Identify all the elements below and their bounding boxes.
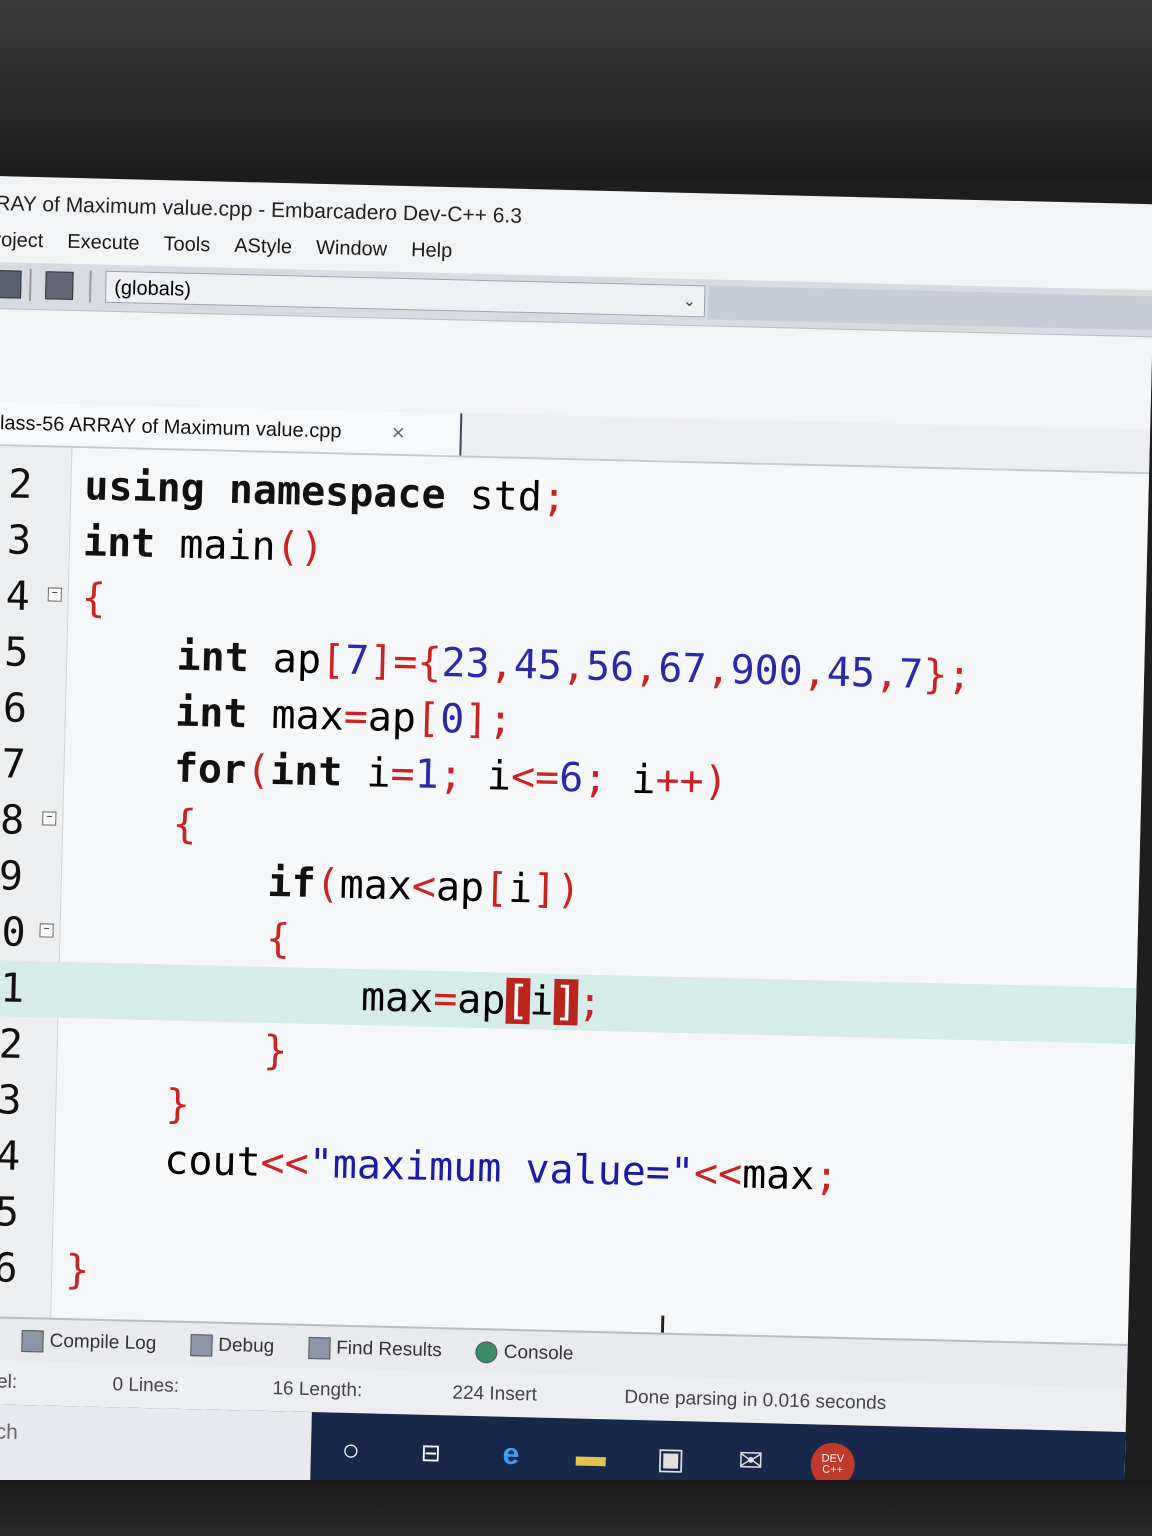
menu-help[interactable]: Help: [411, 232, 453, 269]
status-message: Done parsing in 0.016 seconds: [624, 1386, 887, 1415]
monitor-bezel-bottom: [0, 1480, 1152, 1536]
compile-icon[interactable]: [0, 269, 22, 299]
line-number: 15: [0, 1188, 20, 1236]
tab-compile-log[interactable]: Compile Log: [21, 1319, 157, 1366]
line-number: 6: [2, 685, 28, 732]
line-number: 13: [0, 1076, 23, 1124]
menu-window[interactable]: Window: [316, 230, 388, 268]
code-editor[interactable]: 2 using namespace std; 3 int main() 4−{5 int…: [0, 445, 1150, 1345]
fold-toggle-icon[interactable]: −: [42, 811, 57, 826]
status-lines: 0 Lines:: [112, 1374, 180, 1397]
code-text: {: [171, 801, 198, 849]
line-number: 8: [0, 797, 25, 844]
fold-toggle-icon[interactable]: −: [39, 923, 54, 938]
task-view-icon[interactable]: ⊟: [410, 1433, 451, 1474]
file-explorer-icon[interactable]: ▬: [570, 1436, 611, 1477]
debug-icon: [189, 1334, 213, 1357]
code-text: }: [262, 1027, 289, 1075]
line-number: 3: [6, 517, 32, 564]
status-length: 16 Length:: [272, 1378, 363, 1402]
scope-dropdown[interactable]: (globals) ⌄: [104, 270, 706, 318]
line-number: 12: [0, 1020, 24, 1068]
toolbar-empty-area: [707, 285, 1152, 331]
line-number: 16: [0, 1244, 19, 1292]
compile-log-icon: [21, 1329, 44, 1353]
find-icon: [307, 1336, 331, 1360]
print-icon[interactable]: [45, 271, 74, 300]
tab-debug[interactable]: Debug: [189, 1323, 275, 1369]
code-text: }: [64, 1247, 90, 1294]
line-number: 4: [5, 573, 31, 620]
edge-icon[interactable]: e: [490, 1434, 531, 1475]
dev-cpp-window: RAY of Maximum value.cpp - Embarcadero D…: [0, 176, 1152, 1514]
tab-filename: class-56 ARRAY of Maximum value.cpp: [0, 411, 342, 443]
taskbar-search-text: earch: [0, 1419, 19, 1444]
code-text: }: [165, 1081, 191, 1129]
line-number: 10: [0, 908, 27, 956]
status-sel: 8 Sel:: [0, 1371, 18, 1393]
console-icon: [475, 1341, 499, 1364]
code-text: {: [81, 575, 107, 622]
code-text: int main(): [82, 519, 325, 572]
chevron-down-icon: ⌄: [682, 292, 697, 311]
menu-project[interactable]: roject: [0, 222, 44, 259]
menu-astyle[interactable]: AStyle: [234, 228, 293, 265]
line-number: 14: [0, 1132, 21, 1180]
code-text: {: [265, 915, 291, 963]
mail-icon[interactable]: ✉: [730, 1440, 771, 1481]
tab-console[interactable]: Console: [475, 1330, 574, 1376]
menu-execute[interactable]: Execute: [67, 224, 140, 262]
cortana-icon[interactable]: ○: [330, 1431, 371, 1472]
line-number: 2: [7, 461, 34, 508]
toolbar-separator: [28, 268, 32, 301]
line-number: 9: [0, 853, 24, 900]
close-icon[interactable]: ×: [391, 412, 405, 454]
line-number: 5: [3, 629, 29, 676]
line-number: 11: [0, 964, 25, 1012]
menu-tools[interactable]: Tools: [163, 226, 211, 263]
status-insert: 224 Insert: [452, 1382, 538, 1406]
store-icon[interactable]: ▣: [650, 1438, 691, 1479]
fold-toggle-icon[interactable]: −: [47, 587, 62, 602]
monitor-bezel-top: [0, 0, 1152, 180]
line-number: 7: [0, 741, 27, 788]
scope-value: (globals): [114, 276, 192, 301]
toolbar-separator: [88, 270, 92, 303]
tab-find-results[interactable]: Find Results: [307, 1326, 443, 1373]
